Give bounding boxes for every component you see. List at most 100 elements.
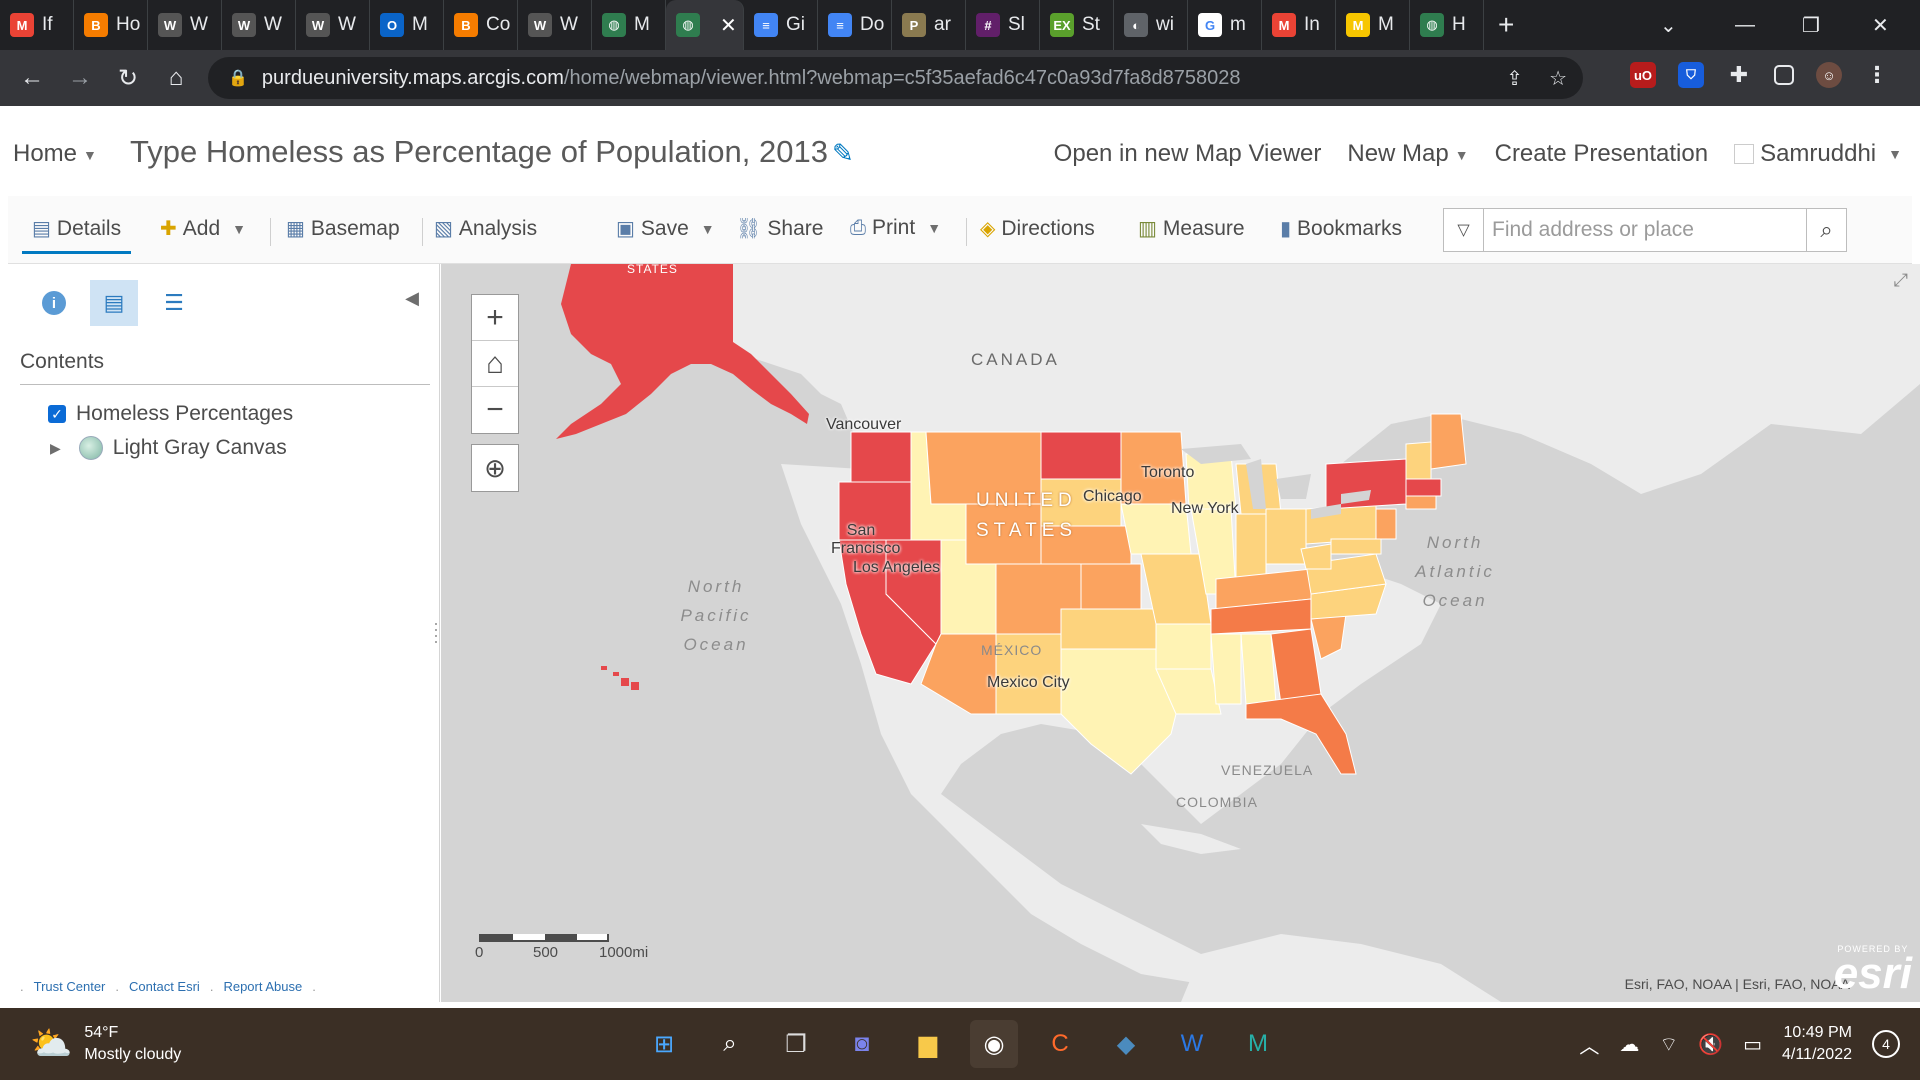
- bookmark-star-icon[interactable]: ☆: [1549, 66, 1567, 91]
- measure-button[interactable]: ▥ Measure: [1138, 216, 1245, 241]
- search-icon[interactable]: ⌕: [706, 1020, 754, 1068]
- show-hidden-icons-chevron-icon[interactable]: ︿: [1579, 1030, 1599, 1059]
- home-icon[interactable]: ⌂: [152, 64, 200, 92]
- analysis-button[interactable]: ▧ Analysis: [434, 216, 537, 241]
- create-presentation-link[interactable]: Create Presentation: [1495, 140, 1708, 168]
- tab-search-icon[interactable]: ⌄: [1660, 0, 1677, 50]
- map-attribution[interactable]: Esri, FAO, NOAA | Esri, FAO, NOAA: [1625, 976, 1850, 992]
- collapse-panel-icon[interactable]: ◀: [405, 288, 419, 309]
- browser-tab[interactable]: ◍ H: [1410, 0, 1484, 50]
- default-extent-home-icon[interactable]: ⌂: [472, 341, 518, 387]
- search-input[interactable]: [1484, 209, 1806, 251]
- browser-tab-active[interactable]: ◍ ✕: [666, 0, 744, 50]
- browser-tab[interactable]: MM: [1336, 0, 1410, 50]
- layer-homeless-percentages[interactable]: ✓ Homeless Percentages: [48, 402, 293, 426]
- browser-tab[interactable]: ≡ Do: [818, 0, 892, 50]
- notification-badge[interactable]: 4: [1872, 1030, 1900, 1058]
- search-source-dropdown[interactable]: ▽: [1444, 209, 1484, 251]
- contact-esri-link[interactable]: Contact Esri: [129, 979, 200, 994]
- browser-tab[interactable]: # Sl: [966, 0, 1040, 50]
- teams-chat-icon[interactable]: ◙: [838, 1020, 886, 1068]
- add-button[interactable]: ✚ Add ▼: [160, 216, 246, 241]
- legend-tab-icon[interactable]: ☰: [150, 280, 198, 326]
- open-new-map-viewer-link[interactable]: Open in new Map Viewer: [1054, 140, 1322, 168]
- browser-tab[interactable]: B Ho: [74, 0, 148, 50]
- save-button[interactable]: ▣ Save ▼: [616, 216, 715, 241]
- browser-tab[interactable]: WW: [296, 0, 370, 50]
- map-view[interactable]: + ⌂ − ⊕ ⤢ STATES CANADA UNITED STATES MÉ…: [441, 264, 1920, 1002]
- new-map-menu[interactable]: New Map ▼: [1347, 140, 1468, 168]
- locate-crosshair-icon[interactable]: ⊕: [471, 444, 519, 492]
- expand-triangle-icon[interactable]: ▶: [50, 440, 61, 457]
- chrome-icon[interactable]: ◉: [970, 1020, 1018, 1068]
- tab-title: W: [560, 14, 578, 35]
- report-abuse-link[interactable]: Report Abuse: [223, 979, 302, 994]
- reload-icon[interactable]: ↻: [104, 64, 152, 93]
- chrome-menu-icon[interactable]: ⋮: [1864, 62, 1890, 88]
- windows-start-icon[interactable]: ⊞: [640, 1020, 688, 1068]
- python-icon[interactable]: ◆: [1102, 1020, 1150, 1068]
- basemap-button[interactable]: ▦ Basemap: [286, 216, 400, 241]
- edit-pencil-icon[interactable]: ✎: [832, 138, 854, 169]
- zoom-in-button[interactable]: +: [472, 295, 518, 341]
- share-page-icon[interactable]: ⇪: [1506, 66, 1523, 91]
- browser-tab[interactable]: M In: [1262, 0, 1336, 50]
- maya-icon[interactable]: M: [1234, 1020, 1282, 1068]
- browser-tab[interactable]: B Co: [444, 0, 518, 50]
- content-tab-icon[interactable]: ▤: [90, 280, 138, 326]
- address-bar[interactable]: 🔒 purdueuniversity.maps.arcgis.com/home/…: [208, 57, 1583, 99]
- ublock-extension-icon[interactable]: uO: [1630, 62, 1656, 88]
- extensions-puzzle-icon[interactable]: ✚: [1726, 62, 1752, 88]
- details-button[interactable]: ▤ Details: [22, 216, 132, 254]
- forward-icon[interactable]: →: [56, 64, 104, 92]
- profile-avatar[interactable]: ☺: [1816, 62, 1842, 88]
- trust-center-link[interactable]: Trust Center: [34, 979, 106, 994]
- home-menu[interactable]: Home ▼: [13, 140, 97, 168]
- close-window-icon[interactable]: ✕: [1872, 0, 1889, 50]
- new-tab-button[interactable]: +: [1498, 9, 1514, 41]
- battery-icon[interactable]: ▭: [1743, 1032, 1762, 1057]
- minimize-icon[interactable]: —: [1735, 0, 1755, 50]
- browser-tab[interactable]: ≡ Gi: [744, 0, 818, 50]
- browser-tab[interactable]: WW: [222, 0, 296, 50]
- browser-tab[interactable]: OM: [370, 0, 444, 50]
- bitwarden-extension-icon[interactable]: ⛉: [1678, 62, 1704, 88]
- browser-tab[interactable]: ◍ M: [592, 0, 666, 50]
- volume-muted-icon[interactable]: 🔇: [1698, 1032, 1723, 1057]
- browser-tab[interactable]: WW: [518, 0, 592, 50]
- about-info-icon[interactable]: i: [30, 280, 78, 326]
- browser-tab[interactable]: EX St: [1040, 0, 1114, 50]
- search-icon[interactable]: ⌕: [1806, 209, 1846, 251]
- browser-tab[interactable]: WW: [148, 0, 222, 50]
- side-panel-icon[interactable]: [1774, 65, 1794, 85]
- clock[interactable]: 10:49 PM 4/11/2022: [1782, 1022, 1852, 1066]
- browser-tab-strip: M If B Ho W W W W W W O M B Co W W ◍ M ◍ ✕ ≡ Gi ≡ Do Par # Sl EX St ◐…: [0, 0, 1920, 50]
- esri-logo[interactable]: POWERED BY esri: [1834, 944, 1912, 996]
- zoom-out-button[interactable]: −: [472, 387, 518, 433]
- share-button[interactable]: ⛓ Share: [736, 216, 823, 241]
- task-view-icon[interactable]: ❐: [772, 1020, 820, 1068]
- directions-button[interactable]: ◈ Directions: [980, 216, 1095, 241]
- back-icon[interactable]: ←: [8, 64, 56, 92]
- arcgis-globe-icon: ◍: [1420, 13, 1444, 37]
- onedrive-cloud-icon[interactable]: ☁: [1619, 1032, 1639, 1057]
- browser-tab[interactable]: ◐ wi: [1114, 0, 1188, 50]
- user-menu[interactable]: Samruddhi ▼: [1734, 140, 1902, 168]
- close-tab-icon[interactable]: ✕: [720, 13, 737, 38]
- weather-widget[interactable]: ⛅ 54°F Mostly cloudy: [30, 1022, 181, 1066]
- tab-title: Do: [860, 14, 885, 35]
- word-icon[interactable]: W: [1168, 1020, 1216, 1068]
- restore-icon[interactable]: ❐: [1802, 0, 1820, 50]
- browser-tab[interactable]: M If: [0, 0, 74, 50]
- bookmarks-button[interactable]: ▮ Bookmarks: [1280, 216, 1402, 241]
- layer-visibility-checkbox[interactable]: ✓: [48, 405, 66, 423]
- browser-tab[interactable]: Gm: [1188, 0, 1262, 50]
- panel-resize-handle[interactable]: · · · ·: [433, 614, 439, 650]
- file-explorer-icon[interactable]: ▆: [904, 1020, 952, 1068]
- print-button[interactable]: ⎙ Print ▼: [850, 216, 941, 240]
- ccleaner-icon[interactable]: C: [1036, 1020, 1084, 1068]
- wifi-icon[interactable]: ⌔: [1659, 1032, 1678, 1057]
- fullscreen-expand-icon[interactable]: ⤢: [1894, 270, 1908, 291]
- browser-tab[interactable]: Par: [892, 0, 966, 50]
- layer-light-gray-canvas[interactable]: ▶ Light Gray Canvas: [50, 436, 287, 460]
